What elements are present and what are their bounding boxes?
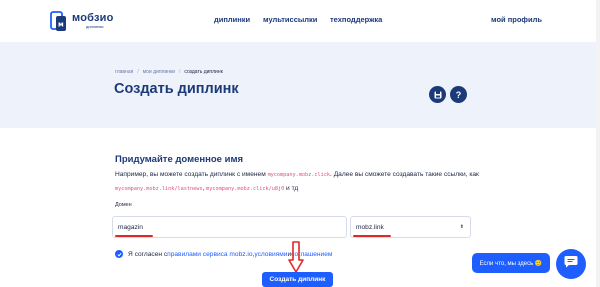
nav-item-multilinks[interactable]: мультиссылки	[263, 15, 317, 24]
help-icon: ?	[455, 89, 462, 100]
page-hero: главная / мои диплинки / создать диплинк Соз…	[0, 42, 600, 128]
chat-icon	[564, 255, 578, 273]
header: м мобзио диплинки диплинки мультиссылки …	[0, 0, 600, 42]
annotation-arrow-icon	[288, 241, 304, 273]
domain-description: Например, вы можете создать диплинк с им…	[115, 168, 485, 196]
breadcrumb-separator: /	[137, 69, 139, 75]
chat-greeting[interactable]: Если что, мы здесь 🙂	[472, 253, 550, 273]
scrollbar[interactable]	[596, 0, 600, 287]
domain-zone-value: mobz.link	[356, 223, 384, 231]
save-button[interactable]	[429, 86, 446, 103]
domain-name-value: magazin	[118, 223, 143, 231]
help-button[interactable]: ?	[450, 86, 467, 103]
example-domain: mycompany.mobz.click	[267, 172, 331, 178]
highlight-underline	[115, 235, 153, 237]
create-deeplink-button[interactable]: Создать диплинк	[262, 272, 333, 287]
page-title: Создать диплинк	[114, 81, 239, 97]
agreement-checkbox[interactable]	[115, 250, 123, 258]
breadcrumb-my-deeplinks[interactable]: мои диплинки	[143, 69, 175, 75]
domain-label: Домен	[115, 202, 132, 208]
nav-item-profile[interactable]: мой профиль	[491, 15, 542, 24]
domain-section-title: Придумайте доменное имя	[115, 154, 244, 165]
highlight-underline	[353, 235, 391, 237]
nav-item-deeplinks[interactable]: диплинки	[214, 15, 250, 24]
example-link: mycompany.mobz.link/lastnews	[115, 186, 203, 192]
nav-item-support[interactable]: техподдержка	[330, 15, 382, 24]
rules-link[interactable]: правилами сервиса mobz.io	[167, 251, 252, 258]
breadcrumb-home[interactable]: главная	[115, 69, 133, 75]
description-text: Например, вы можете создать диплинк с им…	[115, 171, 268, 178]
select-arrow-icon: ⬍	[459, 224, 464, 230]
terms-link[interactable]: условиями	[254, 251, 287, 258]
chat-button[interactable]	[556, 249, 586, 279]
description-text: и тд	[284, 185, 299, 192]
breadcrumb: главная / мои диплинки / создать диплинк	[115, 69, 223, 75]
example-link: mycompany.mobz.click/u8j0	[206, 186, 285, 192]
main-nav: диплинки мультиссылки техподдержка мой п…	[0, 15, 600, 27]
breadcrumb-separator: /	[179, 69, 181, 75]
agreement-text: Я согласен с	[128, 250, 168, 258]
save-icon	[434, 86, 442, 104]
breadcrumb-current: создать диплинк	[184, 69, 223, 75]
description-text: . Далее вы сможете создавать такие ссылк…	[330, 171, 479, 178]
